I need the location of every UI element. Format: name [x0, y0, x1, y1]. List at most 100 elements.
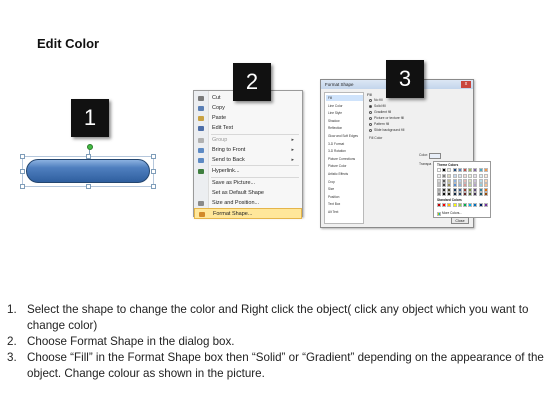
fill-color-dropdown-button[interactable]	[429, 153, 441, 159]
dialog-close-button[interactable]: Close	[451, 217, 469, 224]
dialog-category-item[interactable]: Crop	[326, 179, 363, 185]
dialog-category-item[interactable]: Shadow	[326, 118, 363, 124]
color-swatch[interactable]	[442, 168, 447, 172]
color-swatch[interactable]	[468, 203, 473, 207]
color-swatch[interactable]	[478, 187, 483, 192]
color-swatch[interactable]	[473, 174, 478, 178]
dialog-category-item[interactable]: Line Style	[326, 110, 363, 116]
context-menu-item[interactable]: Send to Back ▸	[194, 155, 302, 166]
color-swatch[interactable]	[483, 203, 488, 207]
color-swatch[interactable]	[473, 183, 478, 188]
color-swatch[interactable]	[478, 192, 483, 197]
dialog-category-item[interactable]: Text Box	[326, 201, 363, 207]
context-menu-item[interactable]: Edit Text	[194, 123, 302, 134]
color-swatch[interactable]	[447, 178, 452, 183]
resize-handle-bottom-right[interactable]	[151, 184, 156, 189]
color-swatch[interactable]	[447, 183, 452, 188]
resize-handle-bottom-left[interactable]	[20, 184, 25, 189]
color-swatch[interactable]	[442, 192, 447, 197]
context-menu-item[interactable]: Format Shape...	[194, 207, 302, 219]
color-swatch[interactable]	[478, 183, 483, 188]
color-swatch[interactable]	[437, 183, 441, 188]
color-swatch[interactable]	[463, 192, 467, 197]
color-swatch[interactable]	[478, 178, 483, 183]
color-swatch[interactable]	[483, 187, 488, 192]
dialog-close-icon[interactable]: x	[461, 81, 471, 88]
dialog-category-item[interactable]: Picture Corrections	[326, 156, 363, 162]
color-swatch[interactable]	[452, 203, 457, 207]
resize-handle-bottom[interactable]	[86, 184, 91, 189]
color-swatch[interactable]	[437, 203, 441, 207]
color-swatch[interactable]	[442, 183, 447, 188]
dialog-category-item[interactable]: 3-D Rotation	[326, 148, 363, 154]
color-swatch[interactable]	[442, 174, 447, 178]
color-swatch[interactable]	[463, 178, 467, 183]
dialog-category-item[interactable]: Line Color	[326, 103, 363, 109]
color-swatch[interactable]	[457, 168, 462, 172]
fill-option-radio[interactable]: No fill	[369, 98, 382, 103]
color-swatch[interactable]	[437, 174, 441, 178]
color-swatch[interactable]	[457, 178, 462, 183]
resize-handle-right[interactable]	[151, 169, 156, 174]
dialog-category-item[interactable]: Reflection	[326, 125, 363, 131]
color-swatch[interactable]	[463, 174, 467, 178]
color-swatch[interactable]	[463, 183, 467, 188]
color-swatch[interactable]	[457, 174, 462, 178]
fill-option-radio[interactable]: Gradient fill	[369, 110, 391, 115]
color-swatch[interactable]	[478, 203, 483, 207]
fill-option-radio[interactable]: Pattern fill	[369, 122, 389, 127]
fill-option-radio[interactable]: Solid fill	[369, 104, 386, 109]
color-swatch[interactable]	[468, 183, 473, 188]
dialog-category-item[interactable]: Fill	[326, 95, 363, 101]
color-swatch[interactable]	[468, 187, 473, 192]
color-swatch[interactable]	[483, 174, 488, 178]
resize-handle-top[interactable]	[86, 154, 91, 159]
dialog-category-item[interactable]: Alt Text	[326, 209, 363, 215]
color-swatch[interactable]	[442, 187, 447, 192]
color-swatch[interactable]	[478, 174, 483, 178]
resize-handle-left[interactable]	[20, 169, 25, 174]
color-swatch[interactable]	[457, 187, 462, 192]
dialog-category-item[interactable]: Size	[326, 186, 363, 192]
color-swatch[interactable]	[473, 192, 478, 197]
color-swatch[interactable]	[437, 178, 441, 183]
color-swatch[interactable]	[437, 192, 441, 197]
fill-option-radio[interactable]: Slide background fill	[369, 128, 404, 133]
color-swatch[interactable]	[452, 187, 457, 192]
color-swatch[interactable]	[478, 168, 483, 172]
dialog-category-item[interactable]: Glow and Soft Edges	[326, 133, 363, 139]
dialog-category-item[interactable]: 3-D Format	[326, 141, 363, 147]
resize-handle-top-left[interactable]	[20, 154, 25, 159]
color-swatch[interactable]	[452, 192, 457, 197]
color-swatch[interactable]	[473, 168, 478, 172]
color-swatch[interactable]	[457, 192, 462, 197]
color-swatch[interactable]	[442, 203, 447, 207]
color-swatch[interactable]	[473, 187, 478, 192]
color-swatch[interactable]	[457, 183, 462, 188]
color-swatch[interactable]	[473, 178, 478, 183]
color-swatch[interactable]	[473, 203, 478, 207]
color-swatch[interactable]	[483, 168, 488, 172]
color-swatch[interactable]	[468, 168, 473, 172]
color-swatch[interactable]	[452, 168, 457, 172]
color-swatch[interactable]	[452, 174, 457, 178]
color-swatch[interactable]	[447, 174, 452, 178]
rotation-handle[interactable]	[87, 144, 93, 150]
color-swatch[interactable]	[447, 168, 452, 172]
color-swatch[interactable]	[483, 183, 488, 188]
more-colors-link[interactable]: More Colors...	[442, 211, 462, 215]
resize-handle-top-right[interactable]	[151, 154, 156, 159]
color-swatch[interactable]	[447, 203, 452, 207]
color-swatch[interactable]	[447, 192, 452, 197]
color-swatch[interactable]	[442, 178, 447, 183]
fill-option-radio[interactable]: Picture or texture fill	[369, 116, 404, 121]
context-menu-item[interactable]: Hyperlink...	[194, 166, 302, 177]
dialog-category-item[interactable]: Artistic Effects	[326, 171, 363, 177]
dialog-category-item[interactable]: Picture Color	[326, 163, 363, 169]
rounded-rectangle-shape[interactable]	[26, 159, 150, 183]
color-swatch[interactable]	[437, 187, 441, 192]
color-swatch[interactable]	[463, 187, 467, 192]
color-swatch[interactable]	[457, 203, 462, 207]
color-swatch[interactable]	[483, 192, 488, 197]
dialog-category-item[interactable]: Position	[326, 194, 363, 200]
